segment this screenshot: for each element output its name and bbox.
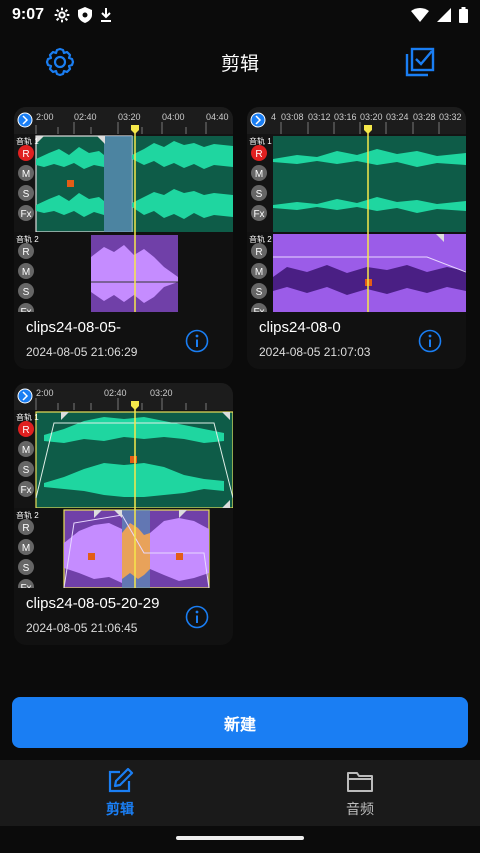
project-date: 2024-08-05 21:06:45: [26, 621, 138, 635]
project-preview[interactable]: 2:00 02:40 03:20 音轨 1 音轨 2 R M S Fx R M …: [14, 383, 233, 588]
ruler-label: 03:28: [413, 112, 436, 122]
ruler-label: 03:20: [118, 112, 141, 122]
ruler-label: 04:00: [162, 112, 185, 122]
page-title: 剪辑: [220, 52, 259, 75]
svg-text:S: S: [23, 465, 30, 476]
battery-icon: [459, 7, 468, 23]
status-bar: 9:07: [0, 0, 480, 30]
track-label: 音轨 2: [16, 510, 39, 520]
project-preview[interactable]: 4 03:08 03:12 03:16 03:20 03:24 03:28 03…: [247, 107, 466, 312]
ruler-label: 2:00: [36, 388, 54, 398]
ruler-label: 03:08: [281, 112, 304, 122]
svg-text:M: M: [22, 445, 30, 456]
project-name: clips24-08-05-: [26, 319, 122, 336]
svg-text:R: R: [22, 247, 29, 258]
svg-text:S: S: [256, 189, 263, 200]
track-label: 音轨 1: [16, 412, 39, 422]
svg-text:S: S: [256, 287, 263, 298]
ruler-label: 02:40: [104, 388, 127, 398]
svg-text:R: R: [255, 247, 262, 258]
project-name: clips24-08-0: [259, 319, 341, 336]
app-bar: 剪辑: [0, 30, 480, 94]
ruler-label: 04:40: [206, 112, 229, 122]
chevron-right-icon: [17, 112, 33, 128]
svg-text:Fx: Fx: [253, 307, 264, 312]
ruler-label: 03:20: [360, 112, 383, 122]
track-label: 音轨 2: [16, 234, 39, 244]
svg-text:S: S: [23, 287, 30, 298]
svg-text:M: M: [22, 543, 30, 554]
folder-icon: [347, 772, 373, 792]
project-card[interactable]: 2:00 02:40 03:20 04:00 04:40 音轨 1 音轨 2 R…: [14, 107, 233, 369]
ruler-label: 03:24: [386, 112, 409, 122]
chevron-right-icon: [17, 388, 33, 404]
project-name: clips24-08-05-20-29: [26, 595, 160, 612]
nav-label: 音频: [346, 802, 374, 818]
status-time: 9:07: [12, 6, 45, 23]
chevron-right-icon: [250, 112, 266, 128]
bottom-nav: 剪辑 音频: [0, 760, 480, 826]
svg-text:Fx: Fx: [20, 583, 31, 588]
svg-text:M: M: [22, 267, 30, 278]
project-card[interactable]: 4 03:08 03:12 03:16 03:20 03:24 03:28 03…: [247, 107, 466, 369]
ruler-label: 4: [271, 112, 276, 122]
svg-text:R: R: [22, 425, 29, 436]
svg-text:Fx: Fx: [20, 209, 31, 220]
ruler-label: 03:12: [308, 112, 331, 122]
ruler-label: 03:16: [334, 112, 357, 122]
nav-label: 剪辑: [106, 802, 134, 818]
svg-text:Fx: Fx: [253, 209, 264, 220]
svg-text:M: M: [255, 169, 263, 180]
project-card[interactable]: 2:00 02:40 03:20 音轨 1 音轨 2 R M S Fx R M …: [14, 383, 233, 645]
svg-text:M: M: [255, 267, 263, 278]
project-date: 2024-08-05 21:07:03: [259, 345, 371, 359]
nav-item-edit[interactable]: 剪辑: [0, 760, 240, 826]
svg-text:M: M: [22, 169, 30, 180]
info-icon[interactable]: [185, 605, 209, 629]
ruler-label: 03:32: [439, 112, 462, 122]
svg-text:Fx: Fx: [20, 485, 31, 496]
settings-icon[interactable]: [44, 46, 76, 78]
info-icon[interactable]: [185, 329, 209, 353]
svg-text:R: R: [255, 149, 262, 160]
svg-text:Fx: Fx: [20, 307, 31, 312]
signal-icon: [437, 8, 451, 22]
multi-select-icon[interactable]: [404, 46, 436, 78]
ruler-label: 02:40: [74, 112, 97, 122]
gear-icon: [54, 7, 70, 23]
project-preview[interactable]: 2:00 02:40 03:20 04:00 04:40 音轨 1 音轨 2 R…: [14, 107, 233, 312]
track-label: 音轨 1: [16, 136, 39, 146]
svg-text:R: R: [22, 149, 29, 160]
svg-text:R: R: [22, 523, 29, 534]
home-indicator[interactable]: [176, 836, 304, 840]
track-label: 音轨 2: [249, 234, 272, 244]
shield-icon: [78, 7, 93, 23]
edit-icon: [108, 767, 134, 793]
svg-text:S: S: [23, 563, 30, 574]
download-icon: [101, 8, 112, 22]
svg-text:S: S: [23, 189, 30, 200]
info-icon[interactable]: [418, 329, 442, 353]
nav-item-audio[interactable]: 音频: [240, 760, 480, 826]
track-label: 音轨 1: [249, 136, 272, 146]
ruler-label: 03:20: [150, 388, 173, 398]
ruler-label: 2:00: [36, 112, 54, 122]
project-date: 2024-08-05 21:06:29: [26, 345, 138, 359]
new-project-button[interactable]: 新建: [12, 697, 468, 748]
wifi-icon: [411, 8, 429, 22]
